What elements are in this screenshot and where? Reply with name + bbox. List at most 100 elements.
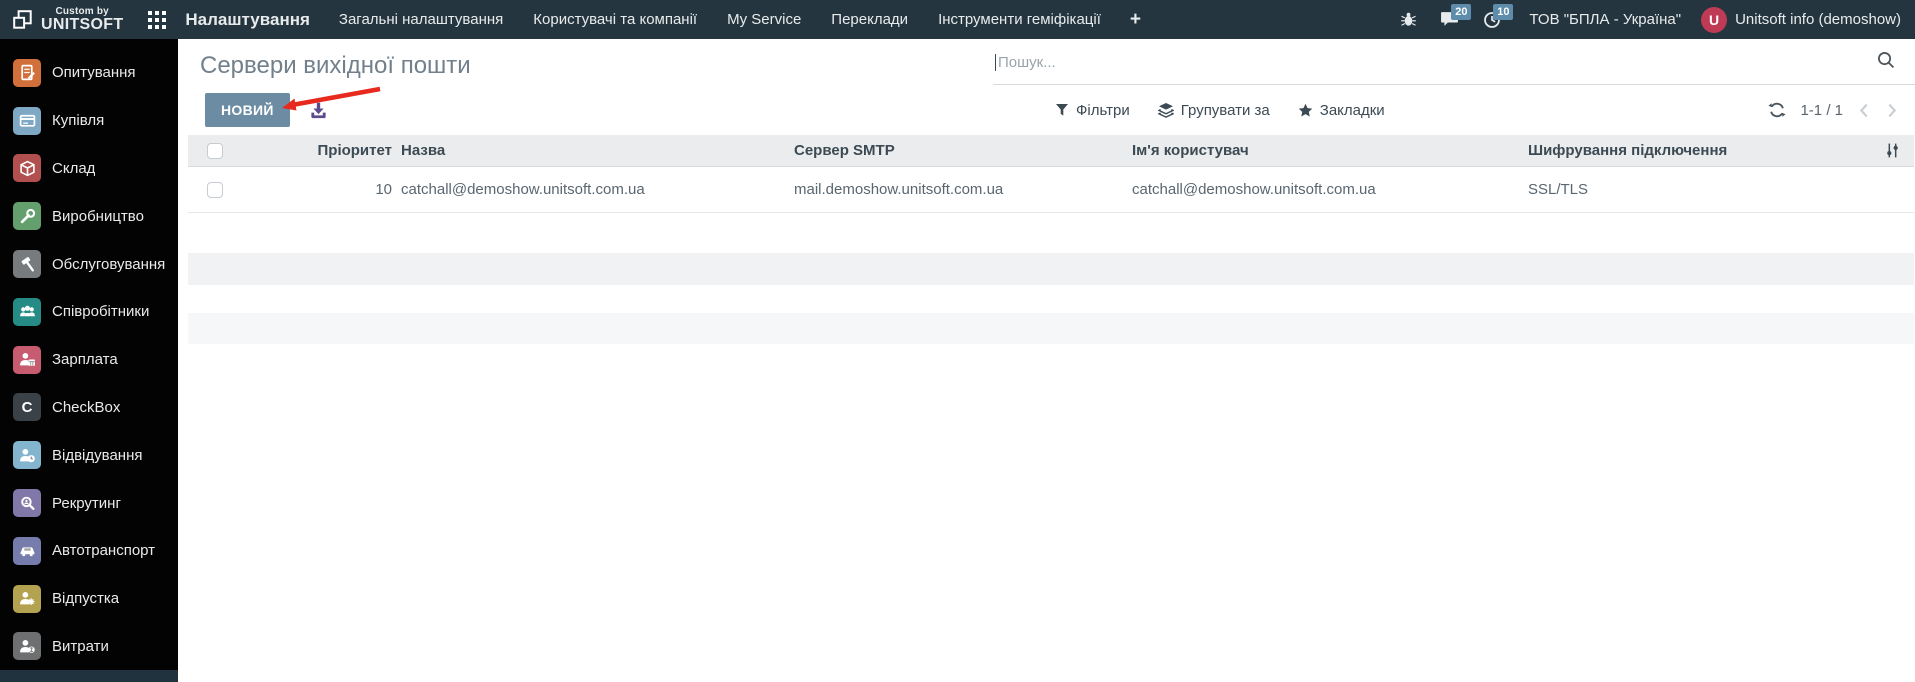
- column-header-username[interactable]: Ім'я користувач: [1130, 142, 1525, 159]
- sidebar-item-expenses[interactable]: Витрати: [0, 623, 178, 671]
- expenses-icon: [13, 632, 41, 661]
- pager-previous-icon[interactable]: [1857, 101, 1871, 120]
- search-placeholder: Пошук...: [998, 54, 1056, 71]
- top-navbar: Custom by UNITSOFT Налаштування Загальні…: [0, 0, 1915, 39]
- sidebar-item-label: Рекрутинг: [52, 494, 121, 512]
- empty-row: [188, 253, 1914, 285]
- sidebar-item-label: Зарплата: [52, 351, 118, 369]
- survey-icon: [13, 58, 41, 87]
- logo-brand: UNITSOFT: [41, 15, 124, 33]
- attendance-icon: [13, 441, 41, 470]
- sidebar-item-purchase[interactable]: Купівля: [0, 97, 178, 145]
- cell-smtp: mail.demoshow.unitsoft.com.ua: [794, 181, 1004, 198]
- main-menu: Загальні налаштування Користувачі та ком…: [324, 0, 1155, 39]
- search-options: Фільтри Групувати за Закладки: [1055, 102, 1385, 119]
- sidebar-item-label: CheckBox: [52, 398, 121, 416]
- sidebar-item-label: Витрати: [52, 637, 109, 655]
- avatar: U: [1701, 6, 1728, 33]
- activities-count-badge: 10: [1493, 4, 1514, 20]
- pager: 1-1 / 1: [1768, 101, 1915, 120]
- sidebar-item-label: Склад: [52, 159, 96, 177]
- app-title[interactable]: Налаштування: [177, 10, 324, 30]
- favorites-button[interactable]: Закладки: [1298, 102, 1385, 119]
- select-all-checkbox[interactable]: [207, 142, 223, 159]
- messages-icon[interactable]: 20: [1428, 0, 1472, 39]
- column-header-priority[interactable]: Пріоритет: [250, 142, 400, 159]
- sidebar-item-attendance[interactable]: Відвідування: [0, 431, 178, 479]
- sidebar-item-maintenance[interactable]: Обслуговування: [0, 240, 178, 288]
- user-name: Unitsoft info (demoshow): [1735, 11, 1901, 28]
- table-header-row: Пріоритет Назва Сервер SMTP Ім'я користу…: [188, 135, 1914, 167]
- sidebar-item-label: Купівля: [52, 112, 105, 130]
- menu-users-companies[interactable]: Користувачі та компанії: [518, 0, 712, 39]
- group-by-button[interactable]: Групувати за: [1157, 102, 1270, 119]
- company-switcher[interactable]: ТОВ "БПЛА - Україна": [1513, 11, 1697, 28]
- sidebar-item-recruitment[interactable]: Рекрутинг: [0, 479, 178, 527]
- activities-clock-icon[interactable]: 10: [1471, 0, 1514, 39]
- main-content: Сервери вихідної пошти Пошук... НОВИЙ Фі…: [178, 39, 1915, 682]
- apps-grid-icon[interactable]: [137, 0, 177, 39]
- sidebar-item-employees[interactable]: Співробітники: [0, 288, 178, 336]
- user-menu[interactable]: U Unitsoft info (demoshow): [1697, 6, 1915, 33]
- column-settings-icon[interactable]: [1870, 142, 1914, 159]
- page-title: Сервери вихідної пошти: [200, 52, 471, 79]
- sidebar-item-timeoff[interactable]: Відпустка: [0, 575, 178, 623]
- recruitment-icon: [13, 489, 41, 518]
- bug-icon[interactable]: [1389, 0, 1428, 39]
- row-checkbox[interactable]: [207, 181, 223, 198]
- logo-custom-by: Custom by: [55, 5, 109, 17]
- column-header-smtp[interactable]: Сервер SMTP: [790, 142, 1130, 159]
- maintenance-icon: [13, 250, 41, 279]
- new-button[interactable]: НОВИЙ: [205, 93, 290, 127]
- sidebar-item-label: Автотранспорт: [52, 542, 156, 560]
- manufacturing-icon: [13, 202, 41, 231]
- empty-row: [188, 285, 1914, 313]
- inventory-icon: [13, 154, 41, 183]
- menu-gamification-tools[interactable]: Інструменти геміфікації: [923, 0, 1116, 39]
- column-header-encryption[interactable]: Шифрування підключення: [1525, 142, 1870, 159]
- sidebar-item-label: Виробництво: [52, 207, 144, 225]
- messages-count-badge: 20: [1451, 4, 1472, 20]
- sidebar-item-checkbox[interactable]: C CheckBox: [0, 384, 178, 432]
- menu-translations[interactable]: Переклади: [816, 0, 923, 39]
- search-icon[interactable]: [1877, 51, 1895, 74]
- layers-icon: [1157, 103, 1174, 118]
- pager-next-icon[interactable]: [1885, 101, 1899, 120]
- empty-row: [188, 213, 1914, 253]
- pager-range[interactable]: 1-1 / 1: [1800, 102, 1843, 119]
- sidebar-footer-strip: [0, 670, 178, 682]
- column-header-name[interactable]: Назва: [400, 142, 790, 159]
- table-row[interactable]: 10 catchall@demoshow.unitsoft.com.ua mai…: [188, 167, 1914, 213]
- search-input[interactable]: Пошук...: [993, 41, 1915, 85]
- cell-username: catchall@demoshow.unitsoft.com.ua: [1132, 181, 1376, 198]
- mail-servers-list: Пріоритет Назва Сервер SMTP Ім'я користу…: [188, 135, 1914, 344]
- star-icon: [1298, 103, 1313, 116]
- filters-button[interactable]: Фільтри: [1055, 102, 1130, 119]
- sidebar-item-label: Опитування: [52, 64, 136, 82]
- sidebar-item-fleet[interactable]: Автотранспорт: [0, 527, 178, 575]
- menu-general-settings[interactable]: Загальні налаштування: [324, 0, 518, 39]
- refresh-icon[interactable]: [1768, 101, 1787, 119]
- text-cursor: [995, 54, 996, 71]
- purchase-icon: [13, 106, 41, 135]
- sidebar-item-inventory[interactable]: Склад: [0, 145, 178, 193]
- checkbox-app-icon: C: [13, 393, 41, 422]
- payroll-icon: [13, 345, 41, 374]
- empty-row: [188, 313, 1914, 344]
- overlapping-squares-icon: [12, 9, 34, 31]
- cell-priority: 10: [375, 181, 392, 198]
- import-records-icon[interactable]: [309, 101, 328, 120]
- cell-name: catchall@demoshow.unitsoft.com.ua: [401, 181, 645, 198]
- sidebar-item-manufacturing[interactable]: Виробництво: [0, 192, 178, 240]
- sidebar-item-label: Обслуговування: [52, 255, 166, 273]
- cell-encryption: SSL/TLS: [1528, 181, 1589, 198]
- sidebar-item-label: Відпустка: [52, 590, 120, 608]
- unitsoft-logo[interactable]: Custom by UNITSOFT: [0, 5, 137, 33]
- funnel-icon: [1056, 104, 1068, 116]
- apps-sidebar: Опитування Купівля Склад Виробництво Обс…: [0, 39, 178, 682]
- plus-icon[interactable]: +: [1116, 0, 1155, 39]
- menu-my-service[interactable]: My Service: [712, 0, 816, 39]
- sidebar-item-label: Співробітники: [52, 303, 150, 321]
- sidebar-item-surveys[interactable]: Опитування: [0, 49, 178, 97]
- sidebar-item-payroll[interactable]: Зарплата: [0, 336, 178, 384]
